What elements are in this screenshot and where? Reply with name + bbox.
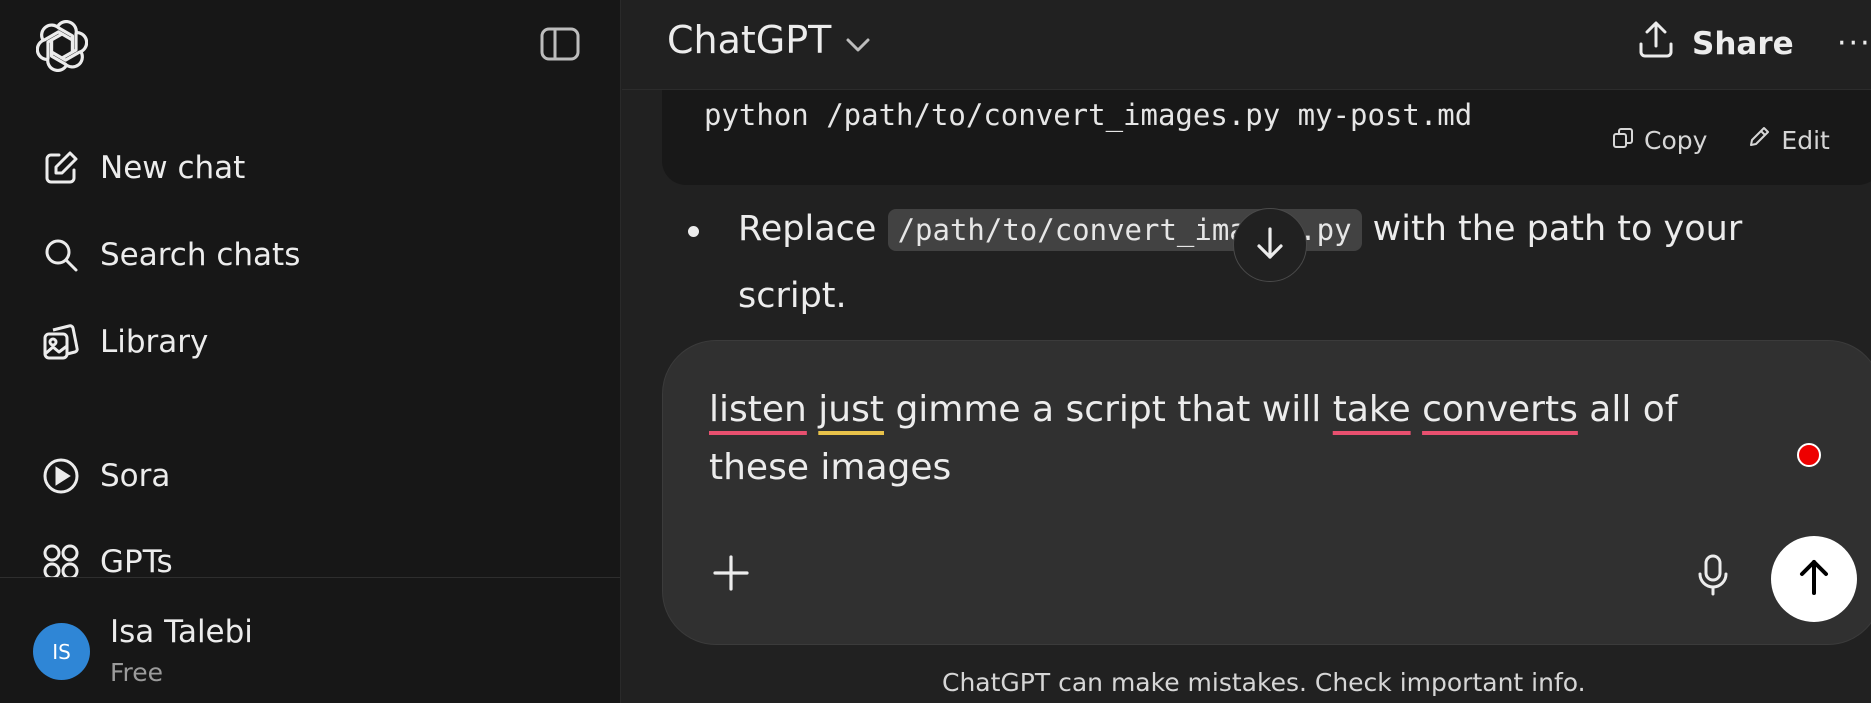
bullet bbox=[688, 226, 699, 237]
misspelled-word[interactable]: converts bbox=[1422, 389, 1578, 430]
pencil-square-icon bbox=[40, 147, 82, 189]
dictate-button[interactable] bbox=[1689, 553, 1737, 601]
share-button[interactable]: Share bbox=[1636, 20, 1794, 68]
user-menu[interactable]: IS Isa Talebi Free bbox=[0, 577, 620, 703]
sidebar-item-library[interactable]: Library bbox=[40, 318, 208, 366]
arrow-down-icon bbox=[1252, 225, 1288, 265]
sidebar-item-new-chat[interactable]: New chat bbox=[40, 144, 245, 192]
pencil-icon bbox=[1747, 125, 1771, 155]
sidebar-item-label: Library bbox=[100, 324, 209, 360]
edit-code-button[interactable]: Edit bbox=[1747, 125, 1830, 155]
copy-label: Copy bbox=[1644, 125, 1708, 155]
microphone-icon bbox=[1695, 553, 1731, 601]
images-icon bbox=[40, 321, 82, 363]
copy-icon bbox=[1612, 126, 1634, 155]
edit-label: Edit bbox=[1781, 125, 1830, 155]
sidebar: New chat Search chats Library Sora GPTs … bbox=[0, 0, 621, 703]
openai-logo-icon[interactable] bbox=[35, 19, 89, 73]
share-icon bbox=[1636, 20, 1676, 68]
prompt-text bbox=[1411, 389, 1422, 430]
prompt-text: gimme a script that will bbox=[884, 389, 1333, 430]
share-label: Share bbox=[1692, 26, 1794, 62]
search-icon bbox=[40, 234, 82, 276]
message-composer: listen just gimme a script that will tak… bbox=[662, 340, 1871, 645]
sidebar-item-sora[interactable]: Sora bbox=[40, 452, 170, 500]
model-name: ChatGPT bbox=[667, 18, 832, 62]
code-line: python /path/to/convert_images.py my-pos… bbox=[704, 98, 1473, 132]
plus-icon bbox=[711, 553, 751, 597]
misspelled-word[interactable]: take bbox=[1333, 389, 1411, 430]
play-circle-icon bbox=[40, 455, 82, 497]
user-plan: Free bbox=[110, 658, 164, 687]
sidebar-item-label: New chat bbox=[100, 150, 246, 186]
add-attachment-button[interactable] bbox=[707, 551, 755, 599]
prompt-text bbox=[807, 389, 818, 430]
send-button[interactable] bbox=[1771, 536, 1857, 622]
misspelled-word[interactable]: listen bbox=[709, 389, 807, 430]
copy-code-button[interactable]: Copy bbox=[1612, 125, 1707, 155]
chevron-down-icon bbox=[845, 18, 871, 62]
more-options-icon[interactable]: ··· bbox=[1837, 26, 1871, 61]
sidebar-toggle-icon[interactable] bbox=[540, 26, 580, 62]
sidebar-item-label: GPTs bbox=[100, 544, 173, 580]
header: ChatGPT Share ··· bbox=[622, 0, 1871, 90]
disclaimer: ChatGPT can make mistakes. Check importa… bbox=[942, 668, 1586, 697]
bullet-prefix: Replace bbox=[738, 209, 888, 249]
recording-indicator bbox=[1797, 443, 1821, 467]
sidebar-item-label: Search chats bbox=[100, 237, 301, 273]
sidebar-item-label: Sora bbox=[100, 458, 171, 494]
code-actions: Copy Edit bbox=[1612, 125, 1830, 155]
sidebar-item-search-chats[interactable]: Search chats bbox=[40, 231, 300, 279]
model-selector[interactable]: ChatGPT bbox=[667, 18, 871, 62]
prompt-input[interactable]: listen just gimme a script that will tak… bbox=[709, 381, 1769, 497]
grammar-flag-word[interactable]: just bbox=[818, 389, 884, 430]
user-name: Isa Talebi bbox=[110, 614, 253, 650]
scroll-to-bottom-button[interactable] bbox=[1233, 208, 1307, 282]
avatar: IS bbox=[33, 623, 90, 680]
arrow-up-icon bbox=[1794, 557, 1834, 601]
